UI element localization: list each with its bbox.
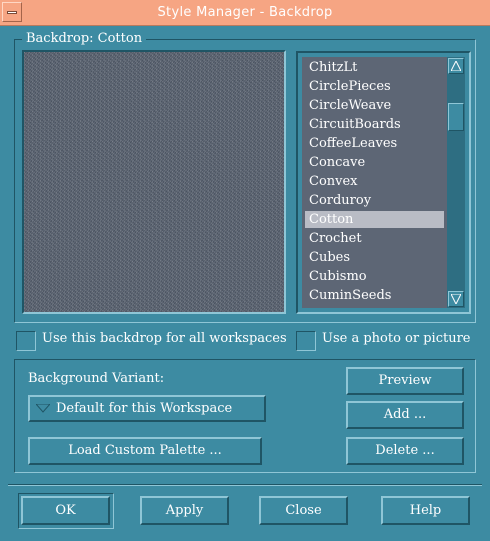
all-workspaces-checkbox[interactable] <box>16 331 36 351</box>
photo-checkbox[interactable] <box>296 331 316 351</box>
backdrop-list-item[interactable]: CoffeeLeaves <box>305 135 444 152</box>
variant-option-menu[interactable]: Default for this Workspace <box>28 395 266 422</box>
preview-button[interactable]: Preview <box>346 367 464 395</box>
ok-button[interactable]: OK <box>21 496 110 525</box>
apply-button[interactable]: Apply <box>140 496 229 525</box>
backdrop-list-item[interactable]: CircuitBoards <box>305 116 444 133</box>
delete-button[interactable]: Delete ... <box>346 437 464 465</box>
backdrop-list-container: ChitzLt CirclePieces CircleWeave CircuitBoa… <box>296 51 471 314</box>
scroll-down-button[interactable] <box>448 291 464 307</box>
backdrop-list-item[interactable]: Cotton <box>305 211 444 228</box>
help-button[interactable]: Help <box>381 496 470 525</box>
backdrop-list-item[interactable]: Crochet <box>305 230 444 247</box>
variant-label: Background Variant: <box>28 371 165 386</box>
close-button[interactable]: Close <box>259 496 348 525</box>
load-palette-button[interactable]: Load Custom Palette ... <box>28 437 262 465</box>
variant-selected-value: Default for this Workspace <box>56 401 233 416</box>
backdrop-list-item[interactable]: Cubismo <box>305 268 444 285</box>
backdrop-list-item[interactable]: ChitzLt <box>305 59 444 76</box>
add-button[interactable]: Add ... <box>346 401 464 429</box>
backdrop-list-item[interactable]: CuminSeeds <box>305 287 444 304</box>
backdrop-list-item[interactable]: Convex <box>305 173 444 190</box>
title-bar[interactable]: Style Manager - Backdrop <box>0 0 490 26</box>
backdrop-list-item[interactable]: Corduroy <box>305 192 444 209</box>
backdrop-frame-label: Backdrop: Cotton <box>22 31 147 46</box>
backdrop-list-item[interactable]: CirclePieces <box>305 78 444 95</box>
window-title: Style Manager - Backdrop <box>157 5 333 20</box>
backdrop-list-item[interactable]: Cubes <box>305 249 444 266</box>
separator <box>8 484 482 486</box>
list-scrollbar[interactable] <box>447 57 465 308</box>
arrow-up-icon <box>451 61 461 71</box>
arrow-down-icon <box>451 294 461 304</box>
backdrop-list-item[interactable]: CircleWeave <box>305 97 444 114</box>
dropdown-arrow-icon <box>36 404 50 413</box>
backdrop-list[interactable]: ChitzLt CirclePieces CircleWeave CircuitBoa… <box>302 57 447 308</box>
photo-label: Use a photo or picture <box>322 331 471 346</box>
scroll-up-button[interactable] <box>448 58 464 74</box>
backdrop-preview <box>22 50 286 314</box>
backdrop-list-item[interactable]: Concave <box>305 154 444 171</box>
scroll-thumb[interactable] <box>448 103 464 131</box>
all-workspaces-label: Use this backdrop for all workspaces <box>42 331 287 346</box>
